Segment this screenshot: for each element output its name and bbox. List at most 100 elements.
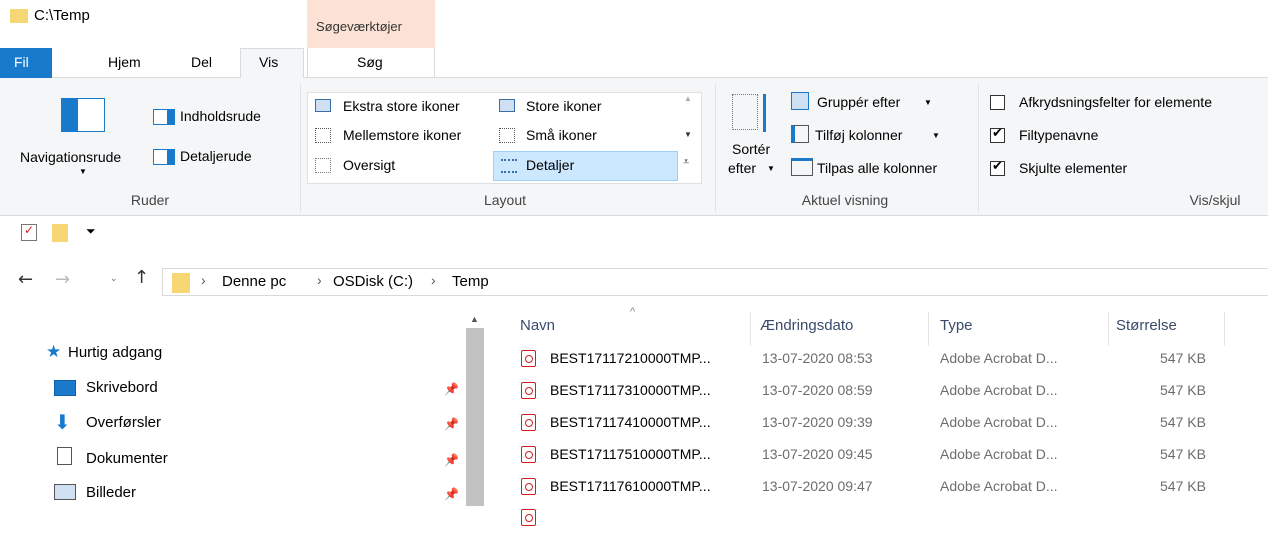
layout-extra-large[interactable]: Ekstra store ikoner: [343, 98, 460, 114]
sort-ascending-indicator: ^: [630, 306, 636, 318]
tab-del[interactable]: Del: [191, 54, 212, 70]
document-icon: [57, 447, 72, 465]
group-label-vis-skjul: Vis/skjul: [1189, 192, 1241, 208]
file-type: Adobe Acrobat D...: [940, 414, 1058, 430]
customize-toolbar-icon[interactable]: ⏷: [86, 224, 96, 239]
table-row-partial[interactable]: [488, 502, 1268, 534]
address-bar-row: ← → ⌄ ↑ › Denne pc › OSDisk (C:) › Temp: [0, 258, 1268, 304]
file-size: 547 KB: [1160, 382, 1206, 398]
nav-overforsler[interactable]: Overførsler: [86, 414, 161, 444]
file-type: Adobe Acrobat D...: [940, 446, 1058, 462]
folder-icon: [10, 9, 28, 23]
group-by-button[interactable]: Gruppér efter: [817, 94, 900, 110]
layout-large[interactable]: Store ikoner: [526, 98, 601, 114]
up-arrow-icon[interactable]: ↑: [134, 267, 149, 288]
column-header-name[interactable]: Navn: [520, 317, 555, 334]
layout-list[interactable]: Oversigt: [343, 157, 395, 173]
preview-pane-icon: [153, 109, 175, 125]
sort-arrow-icon: [763, 94, 766, 132]
column-divider[interactable]: [1108, 312, 1109, 346]
file-name: BEST17117610000TMP...: [550, 478, 711, 494]
star-icon: ★: [46, 342, 62, 362]
layout-medium[interactable]: Mellemstore ikoner: [343, 127, 461, 143]
nav-billeder[interactable]: Billeder: [86, 484, 136, 514]
chevron-down-icon: ▼: [924, 98, 932, 107]
column-divider[interactable]: [1224, 312, 1225, 346]
table-row[interactable]: BEST17117410000TMP... 13-07-2020 09:39 A…: [488, 407, 1268, 439]
gallery-expand[interactable]: ⩡: [683, 156, 689, 169]
table-row[interactable]: BEST17117210000TMP... 13-07-2020 08:53 A…: [488, 343, 1268, 375]
layout-details: Detaljer: [526, 157, 575, 173]
column-header-size[interactable]: Størrelse: [1116, 317, 1177, 334]
pin-icon[interactable]: 📌: [444, 417, 459, 431]
recent-locations-icon[interactable]: ⌄: [110, 273, 118, 284]
pictures-icon: [54, 484, 76, 500]
pin-icon[interactable]: 📌: [444, 487, 459, 501]
column-header-date[interactable]: Ændringsdato: [760, 317, 853, 334]
item-checkboxes-label: Afkrydsningsfelter for elemente: [1019, 94, 1212, 110]
new-folder-icon[interactable]: [52, 224, 68, 242]
column-header-type[interactable]: Type: [940, 317, 973, 334]
tab-fil-label: Fil: [14, 54, 29, 70]
gallery-scroll-down[interactable]: ▼: [684, 130, 692, 139]
indholdsrude-button[interactable]: Indholdsrude: [180, 108, 261, 124]
navigation-pane-icon: [61, 98, 105, 132]
breadcrumb-separator: ›: [431, 272, 436, 288]
hidden-items-checkbox[interactable]: [990, 159, 1005, 176]
item-checkboxes-checkbox[interactable]: [990, 95, 1005, 110]
properties-icon[interactable]: ✓: [21, 223, 37, 241]
extra-large-icons-icon: [315, 99, 331, 112]
sort-button-line1[interactable]: Sortér: [732, 141, 770, 157]
scroll-up-icon[interactable]: ▲: [470, 314, 479, 324]
fit-columns-button[interactable]: Tilpas alle kolonner: [817, 160, 937, 176]
table-row[interactable]: BEST17117310000TMP... 13-07-2020 08:59 A…: [488, 375, 1268, 407]
file-date: 13-07-2020 09:47: [762, 478, 873, 494]
group-divider: [715, 84, 716, 212]
nav-quick-access[interactable]: Hurtig adgang: [68, 344, 162, 374]
tab-hjem[interactable]: Hjem: [108, 54, 141, 70]
forward-arrow-icon[interactable]: →: [55, 269, 70, 290]
file-name: BEST17117210000TMP...: [550, 350, 711, 366]
breadcrumb-osdisk[interactable]: OSDisk (C:): [333, 273, 413, 290]
sort-icon: [732, 94, 758, 130]
pin-icon[interactable]: 📌: [444, 382, 459, 396]
ribbon: Navigationsrude ▼ Indholdsrude Detaljeru…: [0, 78, 1268, 216]
add-columns-button[interactable]: Tilføj kolonner: [815, 127, 902, 143]
address-bar[interactable]: › Denne pc › OSDisk (C:) › Temp: [162, 268, 1268, 296]
column-divider[interactable]: [750, 312, 751, 346]
nav-skrivebord[interactable]: Skrivebord: [86, 379, 158, 409]
ribbon-tabs: Fil Hjem Del Vis Søg: [0, 48, 1268, 79]
layout-details-selected[interactable]: [493, 151, 678, 181]
breadcrumb-temp[interactable]: Temp: [452, 273, 489, 290]
table-row[interactable]: BEST17117510000TMP... 13-07-2020 09:45 A…: [488, 439, 1268, 471]
file-extensions-checkbox[interactable]: [990, 126, 1005, 143]
pin-icon[interactable]: 📌: [444, 453, 459, 467]
quick-access-toolbar: ✓ ⏷: [0, 216, 1268, 252]
file-date: 13-07-2020 09:39: [762, 414, 873, 430]
column-divider[interactable]: [928, 312, 929, 346]
breadcrumb-this-pc[interactable]: Denne pc: [222, 273, 286, 290]
contextual-group-label: Søgeværktøjer: [316, 19, 402, 34]
detaljerude-button[interactable]: Detaljerude: [180, 148, 252, 164]
file-date: 13-07-2020 08:53: [762, 350, 873, 366]
group-divider: [300, 84, 301, 212]
file-name: BEST17117310000TMP...: [550, 382, 711, 398]
chevron-down-icon: ▼: [932, 131, 940, 140]
chevron-down-icon: ▼: [767, 164, 775, 173]
tab-sog-label: Søg: [357, 54, 383, 70]
table-row[interactable]: BEST17117610000TMP... 13-07-2020 09:47 A…: [488, 471, 1268, 503]
nav-dokumenter[interactable]: Dokumenter: [86, 450, 168, 480]
pdf-file-icon: [521, 509, 536, 526]
group-label-aktuel-visning: Aktuel visning: [801, 192, 889, 208]
file-extensions-label: Filtypenavne: [1019, 127, 1099, 143]
large-icons-icon: [499, 99, 515, 112]
gallery-scroll-up[interactable]: ▲: [684, 94, 692, 103]
chevron-down-icon: ▼: [79, 167, 87, 176]
sort-button-line2[interactable]: efter: [728, 160, 756, 176]
details-view-icon: [501, 159, 517, 173]
back-arrow-icon[interactable]: ←: [18, 269, 33, 290]
layout-small[interactable]: Små ikoner: [526, 127, 597, 143]
fit-columns-icon: [791, 158, 813, 176]
nav-scrollbar-thumb[interactable]: [466, 328, 484, 506]
desktop-icon: [54, 380, 76, 396]
